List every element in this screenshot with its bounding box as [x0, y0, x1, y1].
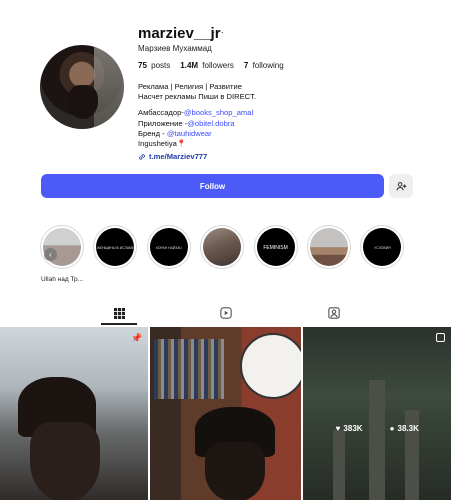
profile-full-name: Марзиев Мухаммад: [138, 44, 212, 53]
link-icon: [139, 153, 145, 160]
post-comments-count: 38.3K: [397, 424, 419, 433]
post-thumbnail[interactable]: [150, 327, 301, 500]
post-clock: [240, 333, 301, 399]
avatar-beard: [68, 85, 98, 119]
more-options-icon[interactable]: ···: [212, 27, 225, 38]
bio-line: Насчет рекламы Пиши в DIRECT.: [138, 92, 257, 102]
post-thumbnail[interactable]: ♥ 383K ● 38.3K: [302, 327, 451, 500]
tab-reels[interactable]: [219, 306, 233, 320]
reel-icon: [436, 333, 446, 342]
app-link[interactable]: @obitel.dobra: [187, 119, 234, 128]
story-highlights: ЖЕНЩИНЫ В ИСЛАМЕ КОРАН НАЙЗАЧ FEMINISM У…: [40, 225, 405, 269]
heart-icon: ♥: [335, 424, 341, 433]
profile-username: marziev__jr: [138, 25, 221, 42]
tagged-icon: [328, 307, 340, 319]
bio-ambassador: Амбассадор-@books_shop_amal: [138, 108, 254, 118]
highlight-item[interactable]: ЖЕНЩИНЫ В ИСЛАМЕ: [93, 225, 138, 269]
highlight-item[interactable]: УСЛОВИЯ: [360, 225, 405, 269]
posts-grid: 📌 ♥ 383K ● 38.3K: [0, 327, 451, 500]
post-thumbnail[interactable]: 📌: [0, 327, 149, 500]
post-bookshelf: [154, 339, 225, 399]
reels-icon: [220, 307, 232, 319]
post-figure-beard: [205, 442, 266, 500]
external-link[interactable]: t.me/Marziev777: [138, 152, 207, 161]
post-likes-count: 383K: [343, 424, 363, 433]
active-tab-indicator: [101, 323, 137, 325]
grid-icon: [113, 307, 125, 319]
brand-link[interactable]: @tauhidwear: [167, 129, 212, 138]
highlight-item[interactable]: [200, 225, 245, 269]
bio-app: Приложение -@obitel.dobra: [138, 118, 235, 128]
highlight-label: Ullah над Тр...: [41, 276, 84, 283]
profile-stats: 75 posts 1.4M followers 7 following: [138, 61, 284, 70]
highlight-item[interactable]: FEMINISM: [253, 225, 298, 269]
ambassador-link[interactable]: @books_shop_amal: [184, 108, 253, 117]
highlight-item[interactable]: [40, 225, 84, 269]
following-stat[interactable]: 7 following: [244, 61, 284, 70]
profile-bio: Реклама | Религия | Развитие Насчет рекл…: [138, 82, 338, 149]
highlight-item[interactable]: КОРАН НАЙЗАЧ: [146, 225, 191, 269]
post-likes: ♥ 383K: [336, 424, 363, 433]
external-link-text: t.me/Marziev777: [149, 152, 208, 161]
chevron-left-icon[interactable]: ‹: [44, 248, 57, 261]
posts-stat: 75 posts: [138, 61, 171, 70]
highlight-item[interactable]: [306, 225, 351, 269]
add-person-icon: [396, 181, 406, 190]
post-comments: ● 38.3K: [390, 424, 419, 433]
post-tower: [332, 430, 345, 500]
avatar-background: [94, 45, 124, 129]
tab-tagged[interactable]: [327, 306, 341, 320]
suggested-users-button[interactable]: [389, 174, 413, 198]
pin-icon: 📌: [131, 333, 143, 343]
comment-icon: ●: [389, 424, 395, 433]
follow-button[interactable]: Follow: [41, 174, 384, 198]
tab-posts[interactable]: [112, 306, 126, 320]
post-figure-beard: [30, 422, 100, 500]
profile-avatar[interactable]: [40, 45, 124, 129]
followers-stat[interactable]: 1.4M followers: [180, 61, 234, 70]
bio-line: Реклама | Религия | Развитие: [138, 82, 242, 91]
post-tower: [368, 380, 385, 500]
bio-brand: Бренд - @tauhidwear: [138, 128, 212, 138]
bio-location: Ingushetiya📍: [138, 138, 187, 148]
profile-tabs: [0, 306, 451, 326]
